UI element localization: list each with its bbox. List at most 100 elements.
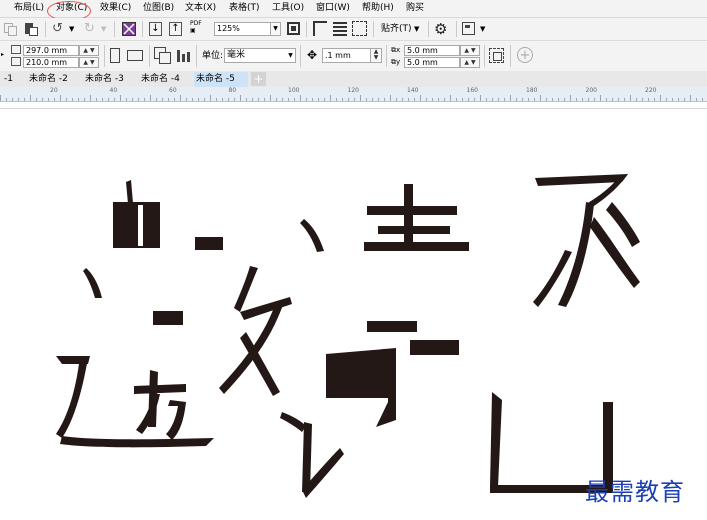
import-arrow-icon[interactable]: ↓	[149, 22, 162, 36]
glyph-fragment-dot-left[interactable]	[83, 268, 102, 298]
add-preset-icon[interactable]: +	[517, 47, 533, 63]
copy-icon[interactable]	[4, 23, 17, 36]
drawing-canvas[interactable]	[0, 102, 707, 520]
units-dropdown-icon[interactable]: ▼	[286, 49, 295, 62]
tab-doc-3[interactable]: 未命名 -3	[83, 72, 126, 87]
page-width-field[interactable]: 297.0 mm	[23, 45, 79, 56]
ruler-tick	[396, 98, 397, 101]
ruler-tick	[306, 98, 307, 101]
gear-icon[interactable]: ⚙	[434, 20, 450, 38]
duplicate-x-icon: ⧉x	[391, 46, 401, 54]
nudge-icon: ✥	[306, 48, 318, 62]
glyph-fragment-dash-2[interactable]	[153, 311, 183, 325]
page-height-spinner[interactable]: ▲ ▼	[79, 57, 99, 68]
nudge-distance-field[interactable]: .1 mm	[322, 48, 374, 63]
menu-table[interactable]: 表格(T)	[229, 2, 260, 15]
menu-help[interactable]: 帮助(H)	[362, 2, 394, 15]
zoom-field[interactable]: 125%	[214, 22, 274, 36]
ruler-tick	[462, 98, 463, 101]
ruler-tick	[174, 98, 175, 101]
glyph-fragment-zhu[interactable]	[364, 184, 469, 251]
ruler-tick	[54, 98, 55, 101]
ruler-tick	[108, 98, 109, 101]
ruler-tick	[186, 98, 187, 101]
ruler-tick	[594, 98, 595, 101]
duplicate-x-spinner[interactable]: ▲ ▼	[460, 45, 480, 56]
duplicate-y-spinner[interactable]: ▲ ▼	[460, 57, 480, 68]
ruler-tick	[576, 98, 577, 101]
ruler-tick	[66, 98, 67, 101]
ruler-tick	[516, 98, 517, 101]
redo-icon[interactable]: ↻	[84, 21, 98, 37]
glyph-fragment-wen[interactable]	[219, 266, 292, 396]
ruler-tick	[660, 95, 661, 101]
zoom-dropdown-icon[interactable]: ▼	[270, 22, 281, 36]
menu-bitmaps[interactable]: 位图(B)	[143, 2, 174, 15]
paper-size-arrow-icon[interactable]: ▸	[1, 49, 5, 60]
page-border-icon[interactable]	[489, 48, 504, 63]
ruler-tick	[510, 95, 511, 101]
artwork	[56, 174, 640, 498]
duplicate-x-field[interactable]: 5.0 mm	[404, 45, 460, 56]
ruler-tick	[474, 98, 475, 101]
launch-dropdown-icon[interactable]: ▼	[480, 21, 488, 37]
glyph-fragment-dot-mid[interactable]	[300, 219, 324, 252]
full-screen-icon[interactable]	[287, 22, 300, 35]
menu-tools[interactable]: 工具(O)	[272, 2, 304, 15]
glyph-fragment-chuo[interactable]	[56, 356, 214, 448]
guidelines-icon[interactable]	[352, 21, 367, 36]
portrait-icon[interactable]	[110, 48, 120, 63]
add-tab-icon[interactable]: +	[251, 72, 266, 86]
ruler-tick	[624, 98, 625, 101]
horizontal-ruler[interactable]: 20 40 60 80 100 120 140 160 180 200 220	[0, 87, 707, 102]
glyph-fragment-dash-1[interactable]	[195, 237, 223, 250]
ruler-tick	[582, 98, 583, 101]
current-page-icon[interactable]	[177, 48, 191, 62]
ruler-tick	[162, 98, 163, 101]
import-icon[interactable]	[122, 22, 136, 36]
snap-dropdown-icon[interactable]: ▼	[414, 21, 422, 37]
pdf-icon[interactable]: PDF ▣	[190, 20, 206, 38]
glyph-fragment-dash-4[interactable]	[410, 340, 459, 355]
tab-doc-4[interactable]: 未命名 -4	[139, 72, 182, 87]
menu-buy[interactable]: 购买	[406, 2, 424, 15]
redo-dropdown-icon[interactable]: ▼	[101, 21, 109, 37]
grid-icon[interactable]	[333, 21, 347, 36]
nudge-spinner[interactable]: ▲ ▼	[370, 48, 382, 63]
tab-doc-5[interactable]: 未命名 -5	[194, 72, 248, 87]
tab-doc-2[interactable]: 未命名 -2	[27, 72, 70, 87]
duplicate-y-field[interactable]: 5.0 mm	[404, 57, 460, 68]
menu-effects[interactable]: 效果(C)	[100, 2, 131, 15]
landscape-icon[interactable]	[127, 50, 143, 61]
page-height-field[interactable]: 210.0 mm	[23, 57, 79, 68]
undo-icon[interactable]: ↺	[52, 21, 66, 37]
glyph-fragment-block-top[interactable]	[113, 180, 160, 248]
ruler-tick	[504, 98, 505, 101]
glyph-fragment-dash-3[interactable]	[367, 321, 417, 332]
ruler-tick	[252, 98, 253, 101]
all-pages-icon[interactable]	[154, 47, 171, 64]
export-icon[interactable]: ↑	[169, 22, 182, 36]
ruler-tick	[564, 98, 565, 101]
menu-text[interactable]: 文本(X)	[185, 2, 216, 15]
snap-to-button[interactable]: 贴齐(T)	[381, 23, 412, 36]
ruler-tick	[78, 98, 79, 101]
ruler-tick	[126, 98, 127, 101]
paste-icon[interactable]	[25, 23, 38, 36]
rulers-icon[interactable]	[313, 21, 327, 36]
ruler-label: 140	[407, 87, 419, 94]
glyph-fragment-men[interactable]	[326, 348, 396, 427]
ruler-tick	[648, 98, 649, 101]
ruler-tick	[486, 98, 487, 101]
glyph-fragment-yan[interactable]	[280, 412, 344, 498]
launch-icon[interactable]	[462, 22, 475, 35]
undo-dropdown-icon[interactable]: ▼	[69, 21, 77, 37]
menu-window[interactable]: 窗口(W)	[316, 2, 350, 15]
menu-layout[interactable]: 布局(L)	[14, 2, 44, 15]
tab-doc-1[interactable]: -1	[2, 72, 15, 87]
glyph-fragment-yong[interactable]	[533, 174, 640, 307]
ruler-label: 200	[585, 87, 597, 94]
ruler-label: 180	[526, 87, 538, 94]
page-width-spinner[interactable]: ▲ ▼	[79, 45, 99, 56]
ruler-tick	[156, 98, 157, 101]
